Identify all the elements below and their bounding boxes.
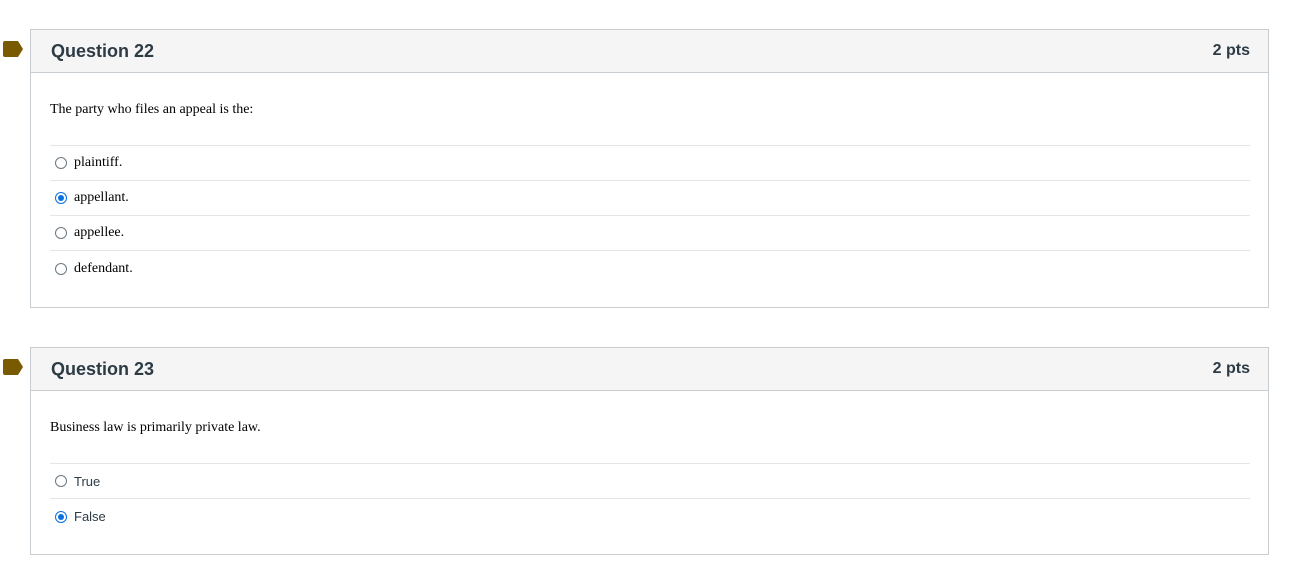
radio-button[interactable] bbox=[55, 157, 67, 169]
question-body: The party who files an appeal is the: pl… bbox=[31, 73, 1268, 286]
flag-icon[interactable] bbox=[3, 359, 23, 375]
answer-option[interactable]: False bbox=[50, 499, 1250, 534]
radio-button[interactable] bbox=[55, 227, 67, 239]
answer-label[interactable]: plaintiff. bbox=[74, 155, 122, 171]
answer-option[interactable]: appellant. bbox=[50, 181, 1250, 216]
question-text: Business law is primarily private law. bbox=[50, 420, 261, 435]
answer-option[interactable]: True bbox=[50, 464, 1250, 499]
radio-button[interactable] bbox=[55, 262, 67, 275]
answer-option[interactable]: plaintiff. bbox=[50, 146, 1250, 181]
flag-icon[interactable] bbox=[3, 41, 23, 57]
answer-label[interactable]: defendant. bbox=[74, 261, 133, 277]
question-header: Question 22 2 pts bbox=[31, 30, 1268, 73]
question-body: Business law is primarily private law. T… bbox=[31, 391, 1268, 534]
answer-label[interactable]: appellee. bbox=[74, 225, 124, 241]
question-22-card: Question 22 2 pts The party who files an… bbox=[3, 29, 1269, 308]
radio-button[interactable] bbox=[55, 475, 67, 487]
answer-list: plaintiff. appellant. appellee. defendan… bbox=[50, 145, 1250, 286]
radio-button-selected[interactable] bbox=[55, 192, 67, 204]
answer-list: True False bbox=[50, 463, 1250, 534]
question-points: 2 pts bbox=[1212, 360, 1250, 377]
question-23-card: Question 23 2 pts Business law is primar… bbox=[3, 347, 1269, 555]
answer-option[interactable]: defendant. bbox=[50, 251, 1250, 286]
answer-label[interactable]: True bbox=[74, 474, 100, 489]
question-header: Question 23 2 pts bbox=[31, 348, 1268, 391]
question-text: The party who files an appeal is the: bbox=[50, 102, 254, 117]
answer-option[interactable]: appellee. bbox=[50, 216, 1250, 251]
radio-button-selected[interactable] bbox=[55, 510, 67, 523]
answer-label[interactable]: False bbox=[74, 509, 106, 524]
question-title: Question 22 bbox=[51, 40, 155, 61]
question-points: 2 pts bbox=[1212, 42, 1250, 59]
question-title: Question 23 bbox=[51, 358, 155, 379]
answer-label[interactable]: appellant. bbox=[74, 190, 129, 206]
